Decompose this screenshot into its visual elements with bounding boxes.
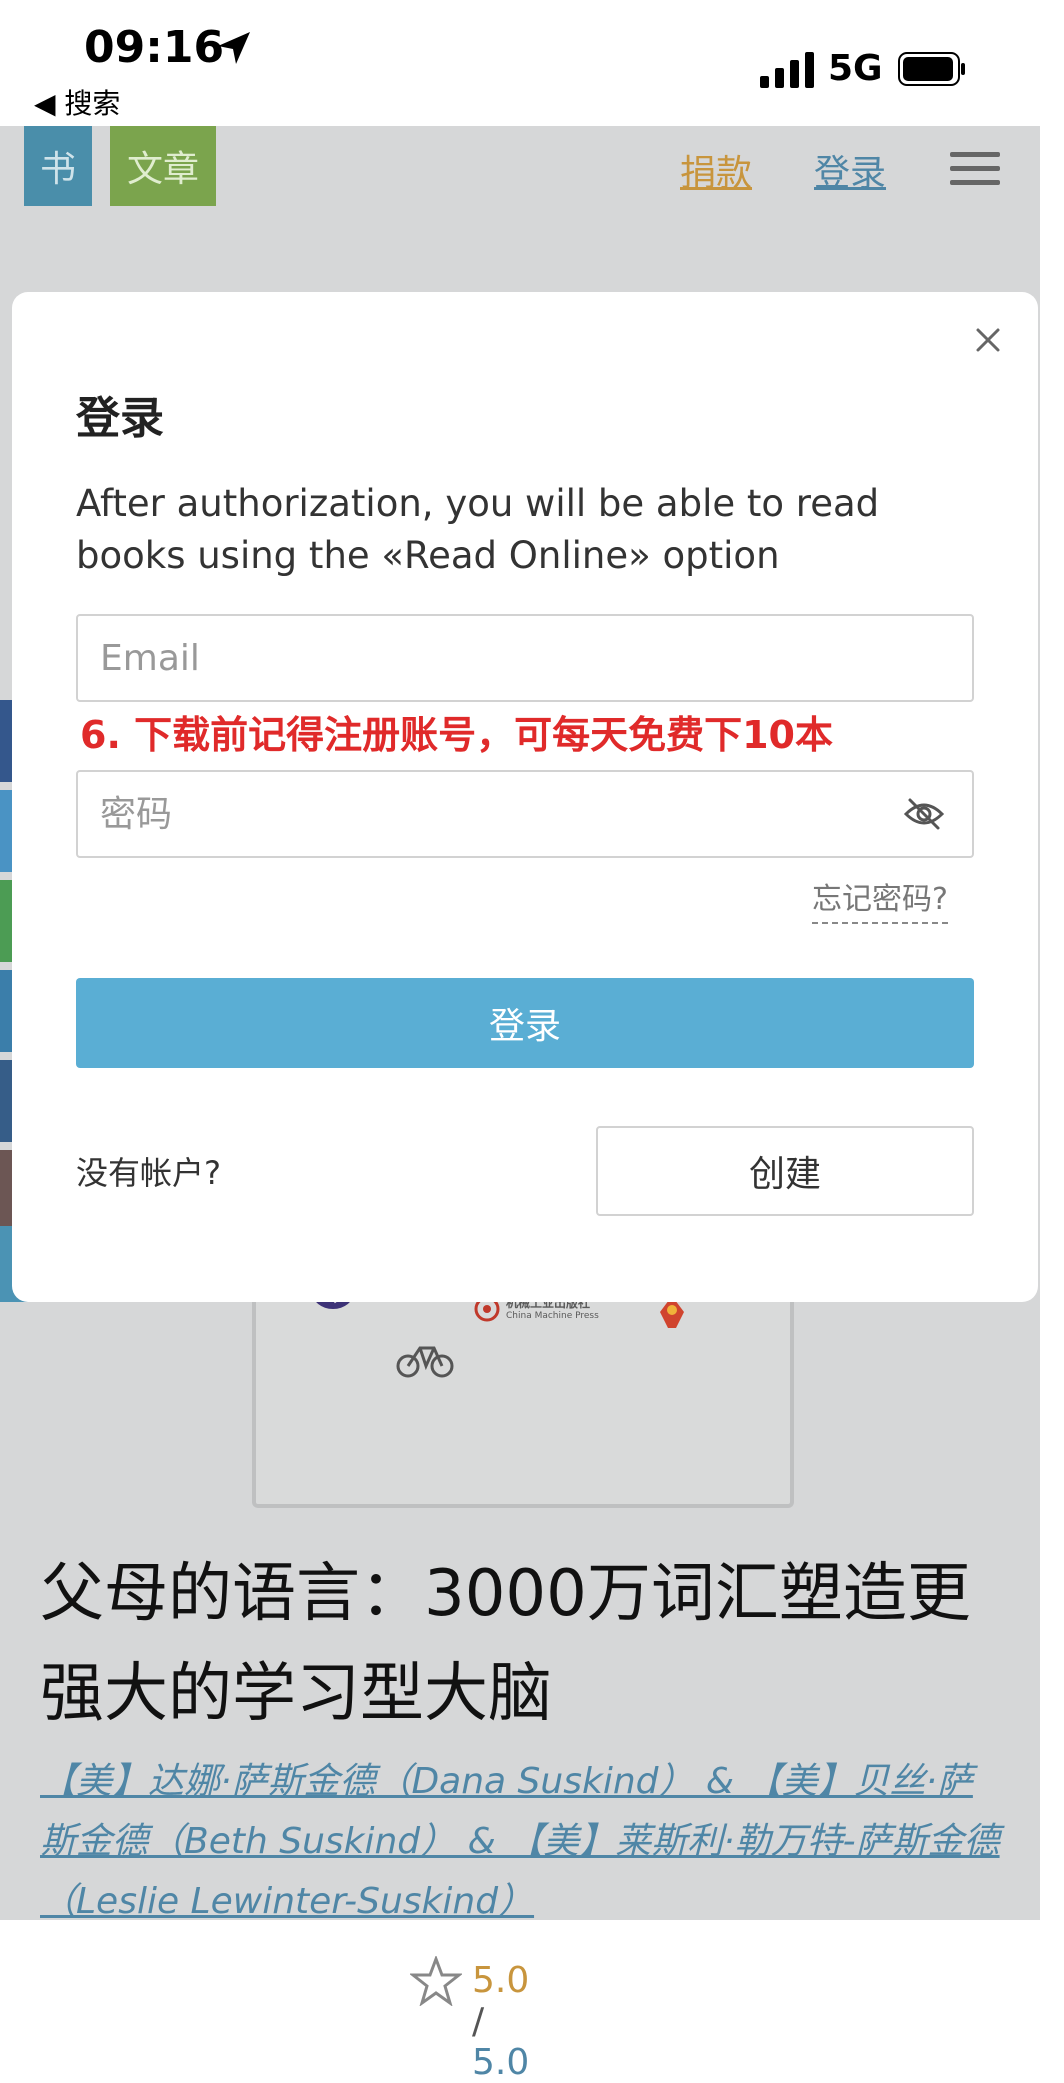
hide-password-eye-icon[interactable]	[902, 792, 946, 836]
signal-strength-icon	[760, 52, 814, 88]
rating-value: 5.0	[472, 1960, 530, 2001]
share-telegram[interactable]	[0, 970, 12, 1052]
modal-title: 登录	[76, 393, 164, 444]
tab-articles[interactable]: 文章	[110, 126, 216, 206]
right-edge	[1040, 126, 1064, 1920]
login-link[interactable]: 登录	[814, 144, 886, 196]
email-field[interactable]	[76, 614, 974, 702]
battery-icon	[898, 52, 965, 86]
location-arrow-icon	[218, 32, 250, 64]
no-account-label: 没有帐户?	[76, 1154, 221, 1192]
book-title: 父母的语言：3000万词汇塑造更强大的学习型大脑	[40, 1557, 971, 1731]
cover-illustration-bicycle	[396, 1346, 454, 1378]
rating-max: 5.0	[472, 2042, 530, 2083]
status-bar: 09:16 ◀ 搜索 5G	[0, 0, 1064, 126]
donate-link[interactable]: 捐款	[680, 144, 752, 196]
press-name-en: China Machine Press	[506, 1311, 599, 1321]
login-modal: 登录 After authorization, you will be able…	[12, 292, 1038, 1302]
share-twitter[interactable]	[0, 790, 12, 872]
back-to-search-link[interactable]: ◀ 搜索	[34, 82, 120, 122]
status-time: 09:16	[84, 22, 225, 73]
forgot-password-link[interactable]: 忘记密码?	[812, 874, 948, 924]
network-type: 5G	[828, 48, 883, 89]
hamburger-menu-icon[interactable]	[950, 148, 1000, 188]
star-icon[interactable]	[410, 1956, 462, 2006]
share-whatsapp[interactable]	[0, 880, 12, 962]
share-facebook[interactable]	[0, 700, 12, 782]
tab-books[interactable]: 书	[24, 126, 92, 206]
annotation-note: 6. 下载前记得注册账号，可每天免费下10本	[80, 713, 833, 757]
modal-description: After authorization, you will be able to…	[76, 482, 880, 577]
close-icon[interactable]	[974, 326, 1002, 354]
rating-separator: /	[472, 2001, 485, 2042]
password-field[interactable]	[76, 770, 974, 858]
create-account-button[interactable]: 创建	[596, 1126, 974, 1216]
share-sidebar	[0, 700, 12, 1240]
book-authors[interactable]: 【美】达娜·萨斯金德（Dana Suskind） & 【美】贝丝·萨斯金德（Be…	[40, 1752, 1000, 1932]
share-other[interactable]	[0, 1150, 12, 1232]
rating-value-group: 5.0 / 5.0	[472, 1960, 529, 2083]
share-vk[interactable]	[0, 1060, 12, 1142]
login-button[interactable]: 登录	[76, 978, 974, 1068]
